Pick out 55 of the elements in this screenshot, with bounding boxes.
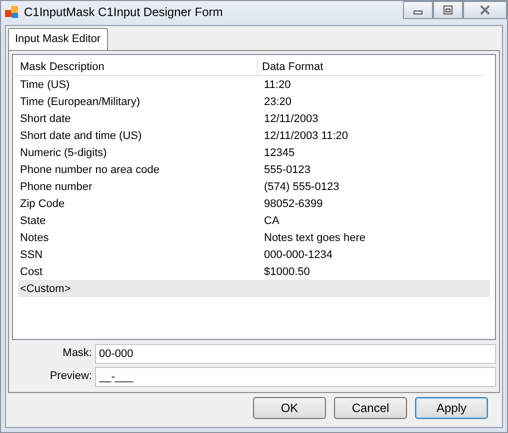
window-title: C1InputMask C1Input Designer Form bbox=[24, 4, 223, 21]
list-row[interactable]: Numeric (5-digits) 12345 bbox=[18, 144, 490, 160]
table-cell-text: SSN bbox=[19, 248, 44, 262]
dialog-button[interactable]: OK bbox=[253, 397, 326, 419]
list-row[interactable]: <Custom> bbox=[18, 280, 490, 296]
table-cell-text: Zip Code bbox=[19, 196, 66, 212]
list-row[interactable]: Time (European/Military) 23:20 bbox=[18, 92, 490, 110]
table-cell-text: Numeric (5-digits) bbox=[19, 146, 108, 160]
list-row[interactable]: Short date and time (US) 12/11/2003 11:20 bbox=[18, 126, 490, 144]
table-cell-text: 12345 bbox=[263, 146, 296, 160]
table-cell-text: 98052-6399 bbox=[263, 196, 324, 212]
table-cell-text: Short date and time (US) bbox=[19, 128, 143, 144]
table-cell-text: Time (European/Military) bbox=[19, 94, 142, 110]
field-label: Preview: bbox=[48, 369, 92, 384]
table-cell-text: 12/11/2003 11:20 bbox=[263, 128, 350, 144]
list-row[interactable]: Notes Notes text goes here bbox=[18, 228, 490, 246]
maximize-icon bbox=[442, 5, 454, 15]
table-cell-text: 000-000-1234 bbox=[263, 248, 334, 262]
app-icon bbox=[5, 5, 19, 19]
list-row[interactable]: Time (US) 11:20 bbox=[18, 76, 490, 92]
close-icon bbox=[479, 5, 491, 15]
table-cell-text: 11:20 bbox=[263, 78, 292, 92]
list-row[interactable]: Cost $1000.50 bbox=[18, 262, 490, 280]
table-cell-text: State bbox=[19, 214, 47, 228]
table-cell-text: Phone number no area code bbox=[19, 162, 160, 178]
close-button[interactable] bbox=[463, 1, 507, 19]
dialog-button[interactable]: Cancel bbox=[334, 397, 407, 419]
table-cell-text: Time (US) bbox=[19, 78, 71, 92]
table-cell-text: 23:20 bbox=[263, 94, 293, 110]
list-row[interactable]: Short date 12/11/2003 bbox=[18, 110, 490, 126]
list-row[interactable]: State CA bbox=[18, 212, 490, 228]
list-row[interactable]: SSN 000-000-1234 bbox=[18, 246, 490, 262]
table-cell-text: CA bbox=[263, 214, 280, 228]
table-cell-text: Cost bbox=[19, 264, 44, 280]
minimize-button[interactable] bbox=[403, 1, 433, 19]
input-field[interactable]: 00-000 bbox=[95, 344, 496, 364]
table-cell-text: Notes bbox=[19, 230, 50, 246]
list-row[interactable]: Phone number no area code 555-0123 bbox=[18, 160, 490, 178]
table-cell-text: Notes text goes here bbox=[263, 230, 367, 246]
table-cell-text: <Custom> bbox=[19, 282, 72, 296]
table-cell-text: (574) 555-0123 bbox=[263, 180, 340, 194]
column-header[interactable]: Mask Description bbox=[14, 56, 258, 74]
list-row[interactable]: Zip Code 98052-6399 bbox=[18, 194, 490, 212]
maximize-button[interactable] bbox=[433, 1, 463, 19]
table-cell-text: Short date bbox=[19, 112, 72, 126]
table-cell-text: 12/11/2003 bbox=[263, 112, 320, 126]
table-cell-text: 555-0123 bbox=[263, 162, 312, 178]
field-label: Mask: bbox=[62, 346, 92, 362]
tab[interactable]: Input Mask Editor bbox=[8, 28, 108, 50]
column-header[interactable]: Data Format bbox=[258, 56, 484, 74]
table-cell-text: $1000.50 bbox=[263, 264, 311, 280]
input-field[interactable]: __-___ bbox=[95, 366, 496, 386]
table-cell-text: Phone number bbox=[19, 180, 94, 194]
dialog-button[interactable]: Apply bbox=[415, 397, 488, 419]
list-row[interactable]: Phone number (574) 555-0123 bbox=[18, 178, 490, 194]
